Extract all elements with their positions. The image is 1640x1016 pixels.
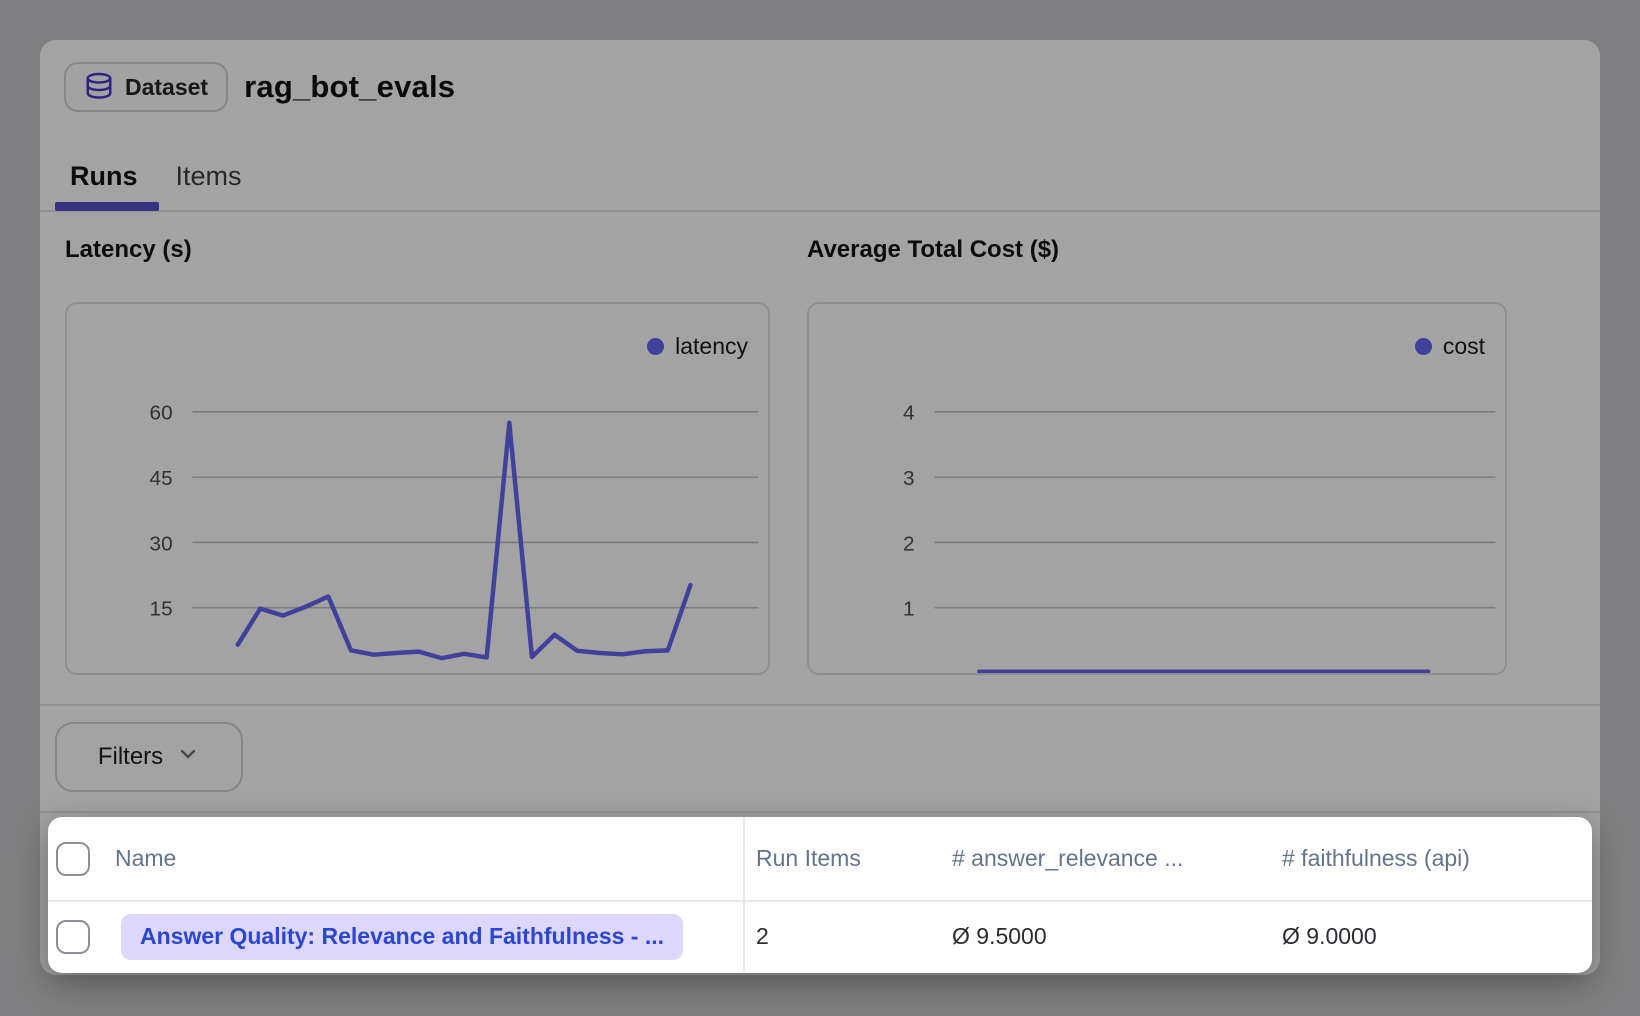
select-all-cell — [48, 817, 106, 900]
row-select-cell — [48, 902, 106, 971]
row-checkbox[interactable] — [56, 920, 90, 954]
run-name-link[interactable]: Answer Quality: Relevance and Faithfulne… — [121, 914, 683, 960]
column-header-name: Name — [106, 817, 745, 900]
runs-table: Name Run Items # answer_relevance ... # … — [48, 817, 1592, 973]
column-header-answer-relevance: # answer_relevance ... — [950, 845, 1280, 872]
row-name-cell: Answer Quality: Relevance and Faithfulne… — [106, 902, 745, 971]
select-all-checkbox[interactable] — [56, 842, 90, 876]
column-header-run-items: Run Items — [745, 845, 950, 872]
column-header-faithfulness: # faithfulness (api) — [1280, 845, 1592, 872]
table-header-row: Name Run Items # answer_relevance ... # … — [48, 817, 1592, 902]
row-answer-relevance-cell: Ø 9.5000 — [950, 923, 1280, 950]
page: Dataset rag_bot_evals Runs Items Latency… — [0, 0, 1640, 1016]
row-run-items-cell: 2 — [745, 923, 950, 950]
table-row: Answer Quality: Relevance and Faithfulne… — [48, 902, 1592, 971]
row-faithfulness-cell: Ø 9.0000 — [1280, 923, 1592, 950]
